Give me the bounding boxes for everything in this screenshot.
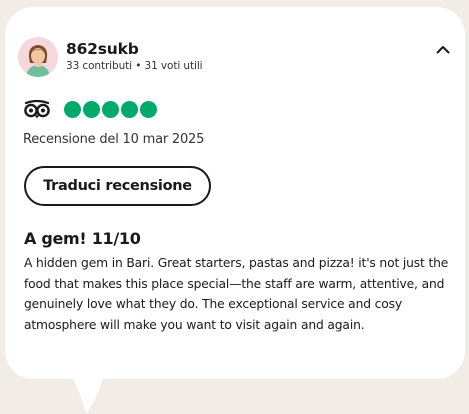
rating-bubble-icon [121, 100, 138, 118]
translate-review-button[interactable]: Traduci recensione [24, 166, 211, 206]
user-avatar-icon[interactable] [18, 37, 58, 77]
rating-row [23, 98, 159, 120]
review-body: A hidden gem in Bari. Great starters, pa… [24, 256, 449, 332]
review-header: 862sukb 33 contributi • 31 voti utili [18, 35, 203, 79]
rating-bubbles [64, 100, 159, 118]
rating-bubble-icon [83, 100, 100, 118]
user-meta: 862sukb 33 contributi • 31 voti utili [66, 40, 203, 74]
tripadvisor-owl-icon [24, 100, 50, 118]
review-date: Recensione del 10 mar 2025 [23, 132, 205, 147]
rating-bubble-icon [140, 100, 157, 118]
chevron-up-icon [436, 45, 450, 53]
collapse-button[interactable] [432, 38, 454, 60]
rating-bubble-icon [102, 100, 119, 118]
user-stats: 33 contributi • 31 voti utili [66, 60, 203, 72]
rating-bubble-icon [64, 100, 81, 118]
review-title: A gem! 11/10 [24, 229, 141, 248]
username[interactable]: 862sukb [66, 40, 202, 59]
